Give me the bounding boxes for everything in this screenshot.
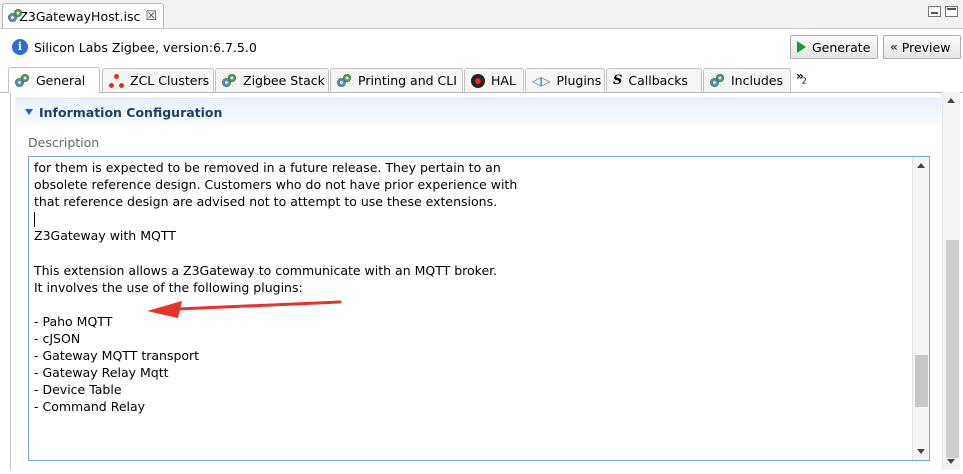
tab-plugins[interactable]: ◁▷ Plugins: [525, 68, 605, 92]
app-version-label: Silicon Labs Zigbee, version:6.7.5.0: [34, 40, 257, 55]
collapse-arrow-icon[interactable]: [25, 109, 33, 115]
description-label: Description: [28, 135, 100, 150]
scroll-up-icon[interactable]: [917, 163, 925, 168]
cluster-icon: [109, 73, 124, 88]
tab-includes[interactable]: Includes: [703, 68, 791, 92]
description-text[interactable]: for them is expected to be removed in a …: [34, 159, 904, 415]
information-configuration-header[interactable]: Information Configuration: [16, 98, 941, 125]
tab-zcl-clusters[interactable]: ZCL Clusters: [102, 68, 214, 92]
tab-label: Plugins: [556, 73, 602, 88]
double-chevron-left-icon: «: [890, 40, 898, 54]
scroll-thumb[interactable]: [946, 240, 959, 458]
tab-printing-and-cli[interactable]: Printing and CLI: [330, 68, 463, 92]
tab-zigbee-stack[interactable]: Zigbee Stack: [215, 68, 329, 92]
gear-icon: [222, 73, 237, 88]
callback-icon: S: [613, 73, 623, 88]
general-tab-panel: Information Configuration Description fo…: [10, 92, 962, 470]
text-caret: [34, 212, 35, 227]
scroll-thumb[interactable]: [915, 355, 928, 407]
scroll-down-icon[interactable]: [947, 459, 955, 464]
tab-label: Callbacks: [628, 73, 688, 88]
play-icon: [797, 41, 806, 53]
overflow-count: 2: [801, 76, 807, 86]
tab-label: HAL: [491, 73, 516, 88]
tab-general[interactable]: General: [8, 67, 100, 93]
scroll-up-icon[interactable]: [947, 98, 955, 103]
gear-icon: [15, 73, 30, 88]
editor-tab-strip: *Z3GatewayHost.isc ☒: [0, 0, 963, 29]
generate-label: Generate: [812, 39, 871, 55]
description-textarea[interactable]: for them is expected to be removed in a …: [28, 156, 930, 461]
tab-label: Includes: [731, 73, 784, 88]
tab-label: ZCL Clusters: [130, 73, 210, 88]
plugin-icon: ◁▷: [532, 73, 551, 88]
gear-icon: [710, 73, 725, 88]
tab-callbacks[interactable]: S Callbacks: [606, 68, 702, 92]
more-tabs-button[interactable]: »2: [796, 69, 807, 85]
tab-label: General: [36, 73, 86, 88]
hal-chip-icon: [471, 73, 485, 88]
page-scrollbar[interactable]: [942, 92, 960, 470]
scroll-down-icon[interactable]: [917, 449, 925, 454]
description-scrollbar[interactable]: [912, 157, 929, 460]
config-tab-bar: General ZCL Clusters Zigbee Stack Printi…: [0, 66, 963, 93]
preview-button[interactable]: « Preview: [883, 35, 961, 59]
generate-button[interactable]: Generate: [790, 35, 878, 59]
maximize-icon[interactable]: [945, 6, 958, 17]
editor-tab-z3gatewayhost[interactable]: *Z3GatewayHost.isc ☒: [2, 3, 164, 28]
editor-header: i Silicon Labs Zigbee, version:6.7.5.0 G…: [0, 29, 963, 65]
tab-label: Zigbee Stack: [243, 73, 325, 88]
gear-icon: [337, 73, 352, 88]
close-tab-icon[interactable]: ☒: [145, 9, 157, 24]
tab-label: Printing and CLI: [358, 73, 457, 88]
tab-hal[interactable]: HAL: [464, 68, 524, 92]
info-icon: i: [12, 39, 28, 55]
minimize-icon[interactable]: [928, 6, 941, 17]
editor-tab-title: *Z3GatewayHost.isc: [13, 8, 141, 24]
preview-label: Preview: [901, 39, 951, 55]
section-title: Information Configuration: [39, 105, 223, 120]
